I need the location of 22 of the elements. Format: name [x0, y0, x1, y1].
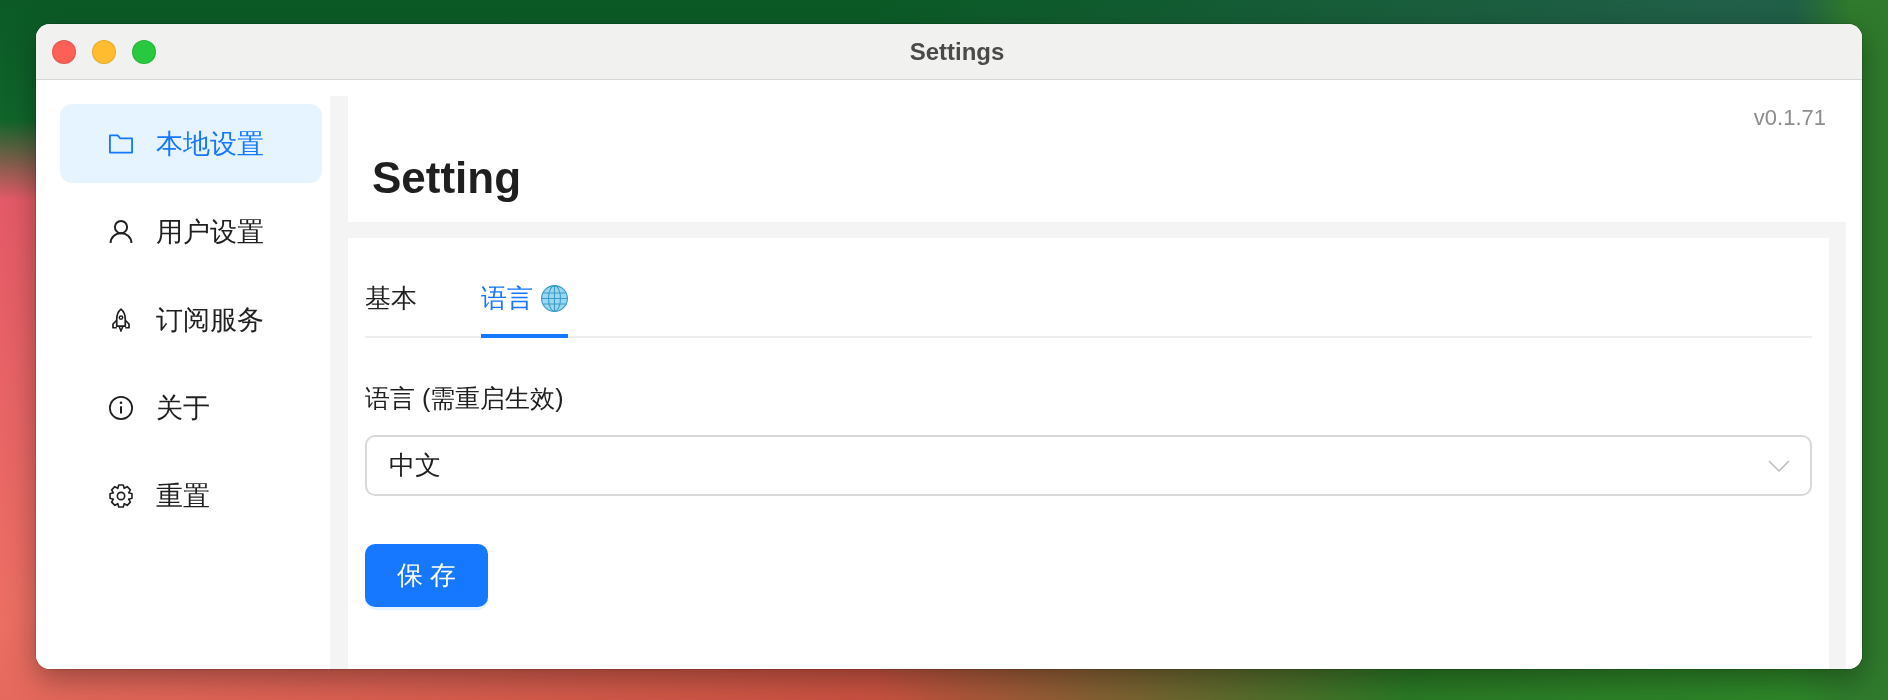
sidebar-item[interactable]: 关于	[60, 368, 322, 447]
save-button[interactable]: 保 存	[365, 544, 488, 607]
sidebar-item[interactable]: 用户设置	[60, 192, 322, 271]
field-label: 语言 (需重启生效)	[365, 383, 564, 414]
chevron-down-icon	[1768, 459, 1790, 472]
window-minimize-icon[interactable]	[92, 39, 116, 64]
sidebar-item[interactable]: 本地设置	[60, 104, 322, 183]
sidebar-item[interactable]: 订阅服务	[60, 280, 322, 359]
globe-icon	[541, 284, 568, 312]
window-zoom-icon[interactable]	[132, 39, 156, 64]
info-icon	[109, 395, 133, 420]
version-text: v0.1.71	[1753, 105, 1826, 131]
user-icon	[109, 219, 133, 244]
tab[interactable]: 基本	[365, 258, 417, 338]
window-close-icon[interactable]	[52, 39, 76, 64]
gear-icon	[109, 483, 133, 508]
page-title: Setting	[372, 152, 522, 204]
tab[interactable]: 语言	[481, 258, 568, 338]
rocket-icon	[109, 307, 133, 332]
sidebar-item[interactable]: 重置	[60, 456, 322, 535]
language-select[interactable]: 中文	[365, 435, 1812, 496]
window-title: Settings	[909, 37, 1005, 66]
